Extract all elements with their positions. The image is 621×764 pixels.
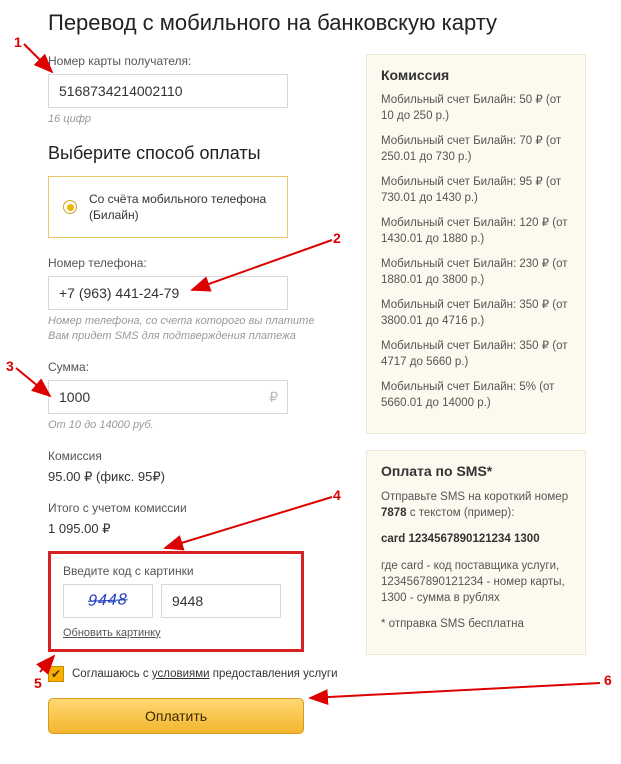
page-title: Перевод с мобильного на банковскую карту xyxy=(48,10,621,36)
fee-item: Мобильный счет Билайн: 230 ₽ (от 1880.01… xyxy=(381,257,571,288)
annotation-4: 4 xyxy=(333,487,341,503)
radio-label: Со счёта мобильного телефона (Билайн) xyxy=(89,191,273,223)
captcha-input[interactable] xyxy=(161,584,281,618)
phone-input[interactable] xyxy=(48,276,288,310)
captcha-image: 9448 xyxy=(63,584,153,618)
amount-input[interactable] xyxy=(48,380,288,414)
amount-field: Сумма: ₽ От 10 до 14000 руб. xyxy=(48,360,348,433)
annotation-5: 5 xyxy=(34,675,42,691)
annotation-6: 6 xyxy=(604,672,612,688)
card-input[interactable] xyxy=(48,74,288,108)
total-label: Итого с учетом комиссии xyxy=(48,501,348,515)
phone-field: Номер телефона: Номер телефона, со счета… xyxy=(48,256,348,344)
fee-block: Комиссия 95.00 ₽ (фикс. 95₽) xyxy=(48,449,348,485)
annotation-1: 1 xyxy=(14,34,22,50)
fee-item: Мобильный счет Билайн: 95 ₽ (от 730.01 д… xyxy=(381,175,571,206)
phone-hint: Номер телефона, со счета которого вы пла… xyxy=(48,314,348,344)
fee-item: Мобильный счет Билайн: 350 ₽ (от 3800.01… xyxy=(381,298,571,329)
sms-example: card 1234567890121234 1300 xyxy=(381,531,571,547)
radio-dot-icon xyxy=(63,200,77,214)
form-column: Номер карты получателя: 16 цифр Выберите… xyxy=(48,54,348,734)
fee-label: Комиссия xyxy=(48,449,348,463)
card-hint: 16 цифр xyxy=(48,112,348,127)
card-label: Номер карты получателя: xyxy=(48,54,348,68)
agree-row: ✔ Соглашаюсь с условиями предоставления … xyxy=(48,666,348,682)
sms-box: Оплата по SMS* Отправьте SMS на короткий… xyxy=(366,450,586,655)
commission-box: Комиссия Мобильный счет Билайн: 50 ₽ (от… xyxy=(366,54,586,434)
fee-item: Мобильный счет Билайн: 120 ₽ (от 1430.01… xyxy=(381,216,571,247)
phone-label: Номер телефона: xyxy=(48,256,348,270)
info-column: Комиссия Мобильный счет Билайн: 50 ₽ (от… xyxy=(366,54,586,671)
agree-checkbox[interactable]: ✔ xyxy=(48,666,64,682)
commission-title: Комиссия xyxy=(381,67,571,83)
captcha-refresh-link[interactable]: Обновить картинку xyxy=(63,627,161,639)
fee-item: Мобильный счет Билайн: 350 ₽ (от 4717 до… xyxy=(381,339,571,370)
agree-text: Соглашаюсь с условиями предоставления ус… xyxy=(72,668,338,680)
amount-hint: От 10 до 14000 руб. xyxy=(48,418,348,433)
pay-button[interactable]: Оплатить xyxy=(48,698,304,734)
ruble-icon: ₽ xyxy=(269,380,278,414)
sms-note: * отправка SMS бесплатна xyxy=(381,616,571,632)
captcha-label: Введите код с картинки xyxy=(63,564,289,578)
amount-label: Сумма: xyxy=(48,360,348,374)
total-value: 1 095.00 ₽ xyxy=(48,521,348,537)
annotation-2: 2 xyxy=(333,230,341,246)
captcha-box: Введите код с картинки 9448 Обновить кар… xyxy=(48,551,304,652)
fee-item: Мобильный счет Билайн: 5% (от 5660.01 до… xyxy=(381,380,571,411)
fee-item: Мобильный счет Билайн: 50 ₽ (от 10 до 25… xyxy=(381,93,571,124)
sms-title: Оплата по SMS* xyxy=(381,463,571,479)
sms-line1: Отправьте SMS на короткий номер 7878 с т… xyxy=(381,489,571,521)
card-field: Номер карты получателя: 16 цифр xyxy=(48,54,348,127)
terms-link[interactable]: условиями xyxy=(152,668,210,680)
annotation-3: 3 xyxy=(6,358,14,374)
total-block: Итого с учетом комиссии 1 095.00 ₽ xyxy=(48,501,348,537)
fee-value: 95.00 ₽ (фикс. 95₽) xyxy=(48,469,348,485)
sms-desc: где card - код поставщика услуги, 123456… xyxy=(381,558,571,606)
payment-method-radio[interactable]: Со счёта мобильного телефона (Билайн) xyxy=(48,176,288,238)
method-heading: Выберите способ оплаты xyxy=(48,143,348,164)
fee-item: Мобильный счет Билайн: 70 ₽ (от 250.01 д… xyxy=(381,134,571,165)
